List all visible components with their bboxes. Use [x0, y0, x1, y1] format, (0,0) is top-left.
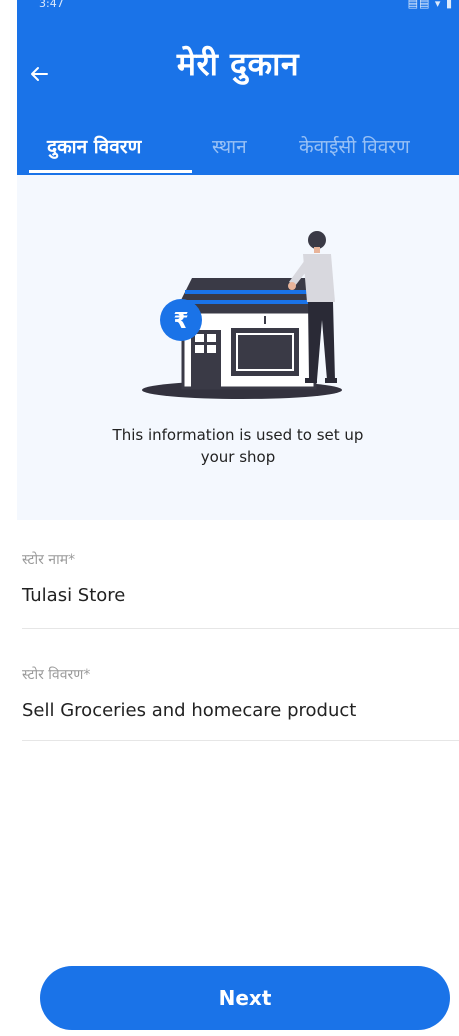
- person-shoe: [325, 378, 337, 383]
- shop-window-pane: [236, 333, 294, 371]
- page-title: मेरी दुकान: [176, 45, 300, 83]
- person-hand: [288, 282, 296, 290]
- door-window: [195, 334, 204, 342]
- tab-shop-details[interactable]: दुकान विवरण: [47, 128, 141, 168]
- person-shirt: [303, 254, 335, 302]
- hero-caption-line2: your shop: [200, 448, 276, 466]
- hero-caption-line1: This information is used to set up: [112, 426, 364, 444]
- person-shoe: [305, 378, 317, 383]
- next-button[interactable]: Next: [40, 966, 450, 1030]
- person-head: [308, 231, 326, 249]
- status-time: 3:47: [39, 0, 64, 10]
- person-neck: [314, 247, 320, 253]
- active-tab-indicator: [29, 170, 192, 173]
- app-bar: 3:47 ▤▤ ▾ ▮ मेरी दुकान दुकान विवरण स्थान…: [17, 0, 459, 175]
- status-bar: 3:47 ▤▤ ▾ ▮: [17, 0, 459, 14]
- rupee-symbol: ₹: [173, 309, 188, 334]
- store-name-label: स्टोर नाम*: [22, 552, 76, 568]
- door-window: [195, 345, 204, 353]
- tab-location[interactable]: स्थान: [212, 128, 247, 168]
- status-icons: ▤▤ ▾ ▮: [407, 0, 453, 10]
- tab-bar: दुकान विवरण स्थान केवाईसी विवरण: [17, 128, 459, 174]
- door-window: [207, 334, 216, 342]
- door-window: [207, 345, 216, 353]
- store-description-label: स्टोर विवरण*: [22, 667, 91, 683]
- hero-section: ₹ This information is used to set up you…: [17, 175, 459, 520]
- person-legs: [308, 302, 335, 380]
- hero-caption: This information is used to set up your …: [57, 424, 419, 468]
- store-name-input[interactable]: Tulasi Store: [22, 584, 459, 608]
- roof-stripe: [185, 290, 315, 294]
- store-description-input[interactable]: Sell Groceries and homecare product: [22, 699, 459, 723]
- store-description-field[interactable]: स्टोर विवरण* Sell Groceries and homecare…: [22, 665, 459, 741]
- roof-stripe: [181, 300, 319, 304]
- tab-kyc-details[interactable]: केवाईसी विवरण: [299, 128, 410, 168]
- shop-illustration: ₹: [142, 231, 342, 399]
- store-name-field[interactable]: स्टोर नाम* Tulasi Store: [22, 550, 459, 629]
